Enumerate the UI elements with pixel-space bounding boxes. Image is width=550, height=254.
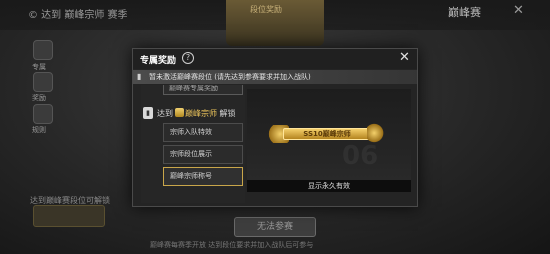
cannot-join-button[interactable]: 无法参赛 xyxy=(234,217,316,237)
peak-match-label: 巅峰赛 xyxy=(448,6,481,19)
side-label-reward: 奖励 xyxy=(32,94,46,102)
background-close-icon[interactable]: ✕ xyxy=(513,3,524,18)
badge-title-text: SS10巅峰宗师 xyxy=(303,130,351,138)
unlock-prefix: 达到 xyxy=(157,109,173,118)
reward-box-icon[interactable] xyxy=(33,72,53,92)
trophy-icon xyxy=(367,123,385,143)
unlock-condition: 达到 巅峰宗师 解锁 xyxy=(157,108,236,119)
dialog-header: 专属奖励 ? ✕ xyxy=(133,49,417,69)
reward-item-title[interactable]: 巅峰宗师称号 xyxy=(163,167,243,186)
reward-preview: 06 SS10巅峰宗师 xyxy=(247,89,411,191)
rank-badge-icon xyxy=(175,108,184,117)
lock-icon: ▮ xyxy=(143,107,153,119)
reward-shield-icon[interactable] xyxy=(33,40,53,60)
reward-item-team-effect[interactable]: 宗师入队特效 xyxy=(163,123,243,142)
duration-bar: 显示永久有效 xyxy=(247,180,411,192)
duration-text: 显示永久有效 xyxy=(308,182,350,190)
bottom-note-text: 巅峰赛每赛季开放 达到段位要求并加入战队后可参与 xyxy=(150,241,314,249)
preview-deco: 06 xyxy=(342,141,379,171)
side-label-exclusive: 专属 xyxy=(32,63,46,71)
activation-notice-bar: ▮ 暂未激活巅峰赛段位 (请先达到参赛要求并加入战队) xyxy=(133,70,417,84)
notice-lock-icon: ▮ xyxy=(137,72,142,81)
reward-list: 巅峰赛专属奖励 ▮ 达到 巅峰宗师 解锁 宗师入队特效 宗师段位展示 巅峰宗师称号 xyxy=(141,85,245,203)
reward-item-partial[interactable]: 巅峰赛专属奖励 xyxy=(163,85,243,95)
season-info-text: © 达到 巅峰宗师 赛季 xyxy=(28,10,128,21)
rank-chip[interactable] xyxy=(33,205,105,227)
rules-icon[interactable] xyxy=(33,104,53,124)
help-icon[interactable]: ? xyxy=(182,52,194,64)
badge-plate: SS10巅峰宗师 xyxy=(283,128,371,140)
title-badge: SS10巅峰宗师 xyxy=(267,123,385,143)
unlock-rank-name: 巅峰宗师 xyxy=(185,109,217,118)
unlock-suffix: 解锁 xyxy=(219,109,236,118)
activation-notice-text: 暂未激活巅峰赛段位 (请先达到参赛要求并加入战队) xyxy=(149,73,311,81)
close-icon[interactable]: ✕ xyxy=(399,51,410,65)
reward-item-rank-display[interactable]: 宗师段位展示 xyxy=(163,145,243,164)
exclusive-rewards-dialog: 专属奖励 ? ✕ ▮ 暂未激活巅峰赛段位 (请先达到参赛要求并加入战队) 巅峰赛… xyxy=(132,48,418,207)
dialog-title: 专属奖励 xyxy=(140,56,177,66)
side-label-rules: 规则 xyxy=(32,126,46,134)
rank-banner-label: 段位奖励 xyxy=(250,5,282,14)
